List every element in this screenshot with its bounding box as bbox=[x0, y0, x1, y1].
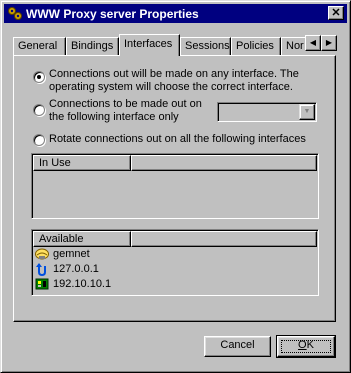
in-use-column-header-2[interactable] bbox=[131, 155, 317, 171]
available-column-header[interactable]: Available bbox=[33, 231, 131, 247]
cancel-button[interactable]: Cancel bbox=[204, 336, 271, 357]
radio-following-interface[interactable] bbox=[33, 104, 45, 116]
radio-any-interface[interactable] bbox=[33, 71, 45, 83]
in-use-list[interactable]: In Use bbox=[31, 153, 319, 219]
radio-rotate[interactable] bbox=[33, 134, 45, 146]
rotate-label: Rotate connections out on all the follow… bbox=[49, 133, 306, 145]
window-title: WWW Proxy server Properties bbox=[26, 7, 199, 21]
chevron-down-icon[interactable]: ▼ bbox=[299, 104, 315, 120]
arrow-left-icon: ◀ bbox=[309, 38, 317, 47]
tab-policies[interactable]: Policies bbox=[231, 37, 281, 55]
close-icon: ✕ bbox=[331, 7, 341, 19]
tab-scroll-right-button[interactable]: ▶ bbox=[321, 35, 337, 51]
tab-bindings[interactable]: Bindings bbox=[66, 37, 119, 55]
network-card-icon bbox=[35, 278, 49, 290]
available-item-label: 127.0.0.1 bbox=[53, 263, 99, 275]
tab-strip: General Bindings Interfaces Sessions Pol… bbox=[13, 34, 309, 56]
ok-button[interactable]: OK bbox=[276, 335, 336, 358]
tab-interfaces[interactable]: Interfaces bbox=[119, 34, 180, 56]
in-use-header: In Use bbox=[33, 155, 318, 171]
any-interface-label-line2: operating system will choose the correct… bbox=[49, 81, 293, 93]
available-list[interactable]: Available gemnet 127.0.0.1 192.10.10.1 bbox=[31, 229, 319, 296]
any-interface-label-line1: Connections out will be made on any inte… bbox=[49, 68, 299, 80]
in-use-column-header[interactable]: In Use bbox=[33, 155, 131, 171]
tab-general[interactable]: General bbox=[13, 37, 66, 55]
close-button[interactable]: ✕ bbox=[328, 6, 344, 20]
available-header: Available bbox=[33, 231, 318, 247]
loopback-icon bbox=[36, 263, 46, 276]
available-item-label: 192.10.10.1 bbox=[53, 278, 112, 290]
title-bar[interactable]: WWW Proxy server Properties ✕ bbox=[4, 4, 347, 23]
gears-icon bbox=[8, 7, 22, 20]
following-interface-label-line2: the following interface only bbox=[49, 111, 179, 123]
available-item-label: gemnet bbox=[53, 248, 90, 260]
arrow-right-icon: ▶ bbox=[325, 38, 333, 47]
tab-sessions[interactable]: Sessions bbox=[180, 37, 231, 55]
network-hands-icon bbox=[35, 248, 49, 260]
available-column-header-2[interactable] bbox=[131, 231, 317, 247]
properties-window: WWW Proxy server Properties ✕ General Bi… bbox=[0, 0, 351, 373]
tab-scroll-left-button[interactable]: ◀ bbox=[305, 35, 321, 51]
focus-rect bbox=[281, 340, 331, 353]
interface-select[interactable]: ▼ bbox=[217, 102, 317, 122]
following-interface-label-line1: Connections to be made out on bbox=[49, 98, 202, 110]
